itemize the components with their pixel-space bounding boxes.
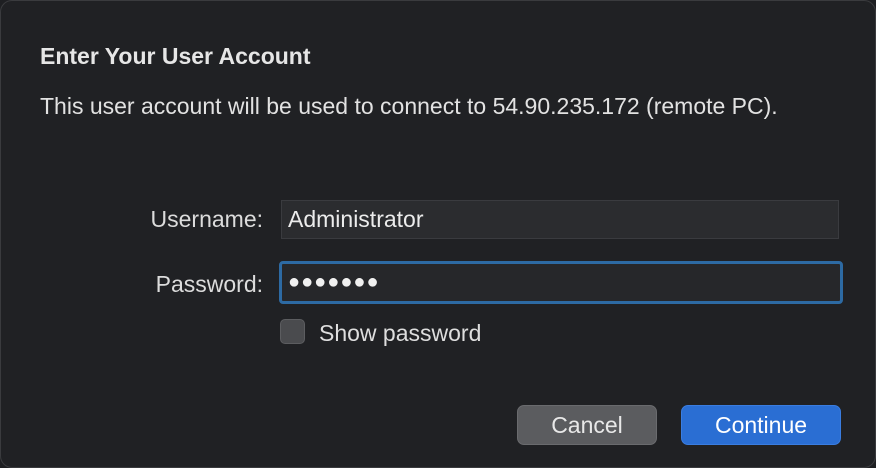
username-value: Administrator — [288, 206, 424, 232]
cancel-button-label: Cancel — [551, 411, 623, 438]
password-field[interactable]: ●●●●●●● — [279, 261, 843, 304]
password-value: ●●●●●●● — [288, 271, 380, 293]
show-password-label[interactable]: Show password — [319, 320, 481, 347]
continue-button[interactable]: Continue — [681, 405, 841, 445]
cancel-button[interactable]: Cancel — [517, 405, 657, 445]
user-account-dialog: Enter Your User Account This user accoun… — [0, 0, 876, 468]
username-label: Username: — [150, 206, 263, 232]
continue-button-label: Continue — [714, 411, 808, 438]
username-field[interactable]: Administrator — [281, 200, 839, 239]
password-label: Password: — [155, 271, 263, 297]
dialog-title: Enter Your User Account — [40, 43, 311, 69]
dialog-message: This user account will be used to connec… — [40, 93, 778, 119]
show-password-checkbox[interactable] — [280, 319, 305, 344]
